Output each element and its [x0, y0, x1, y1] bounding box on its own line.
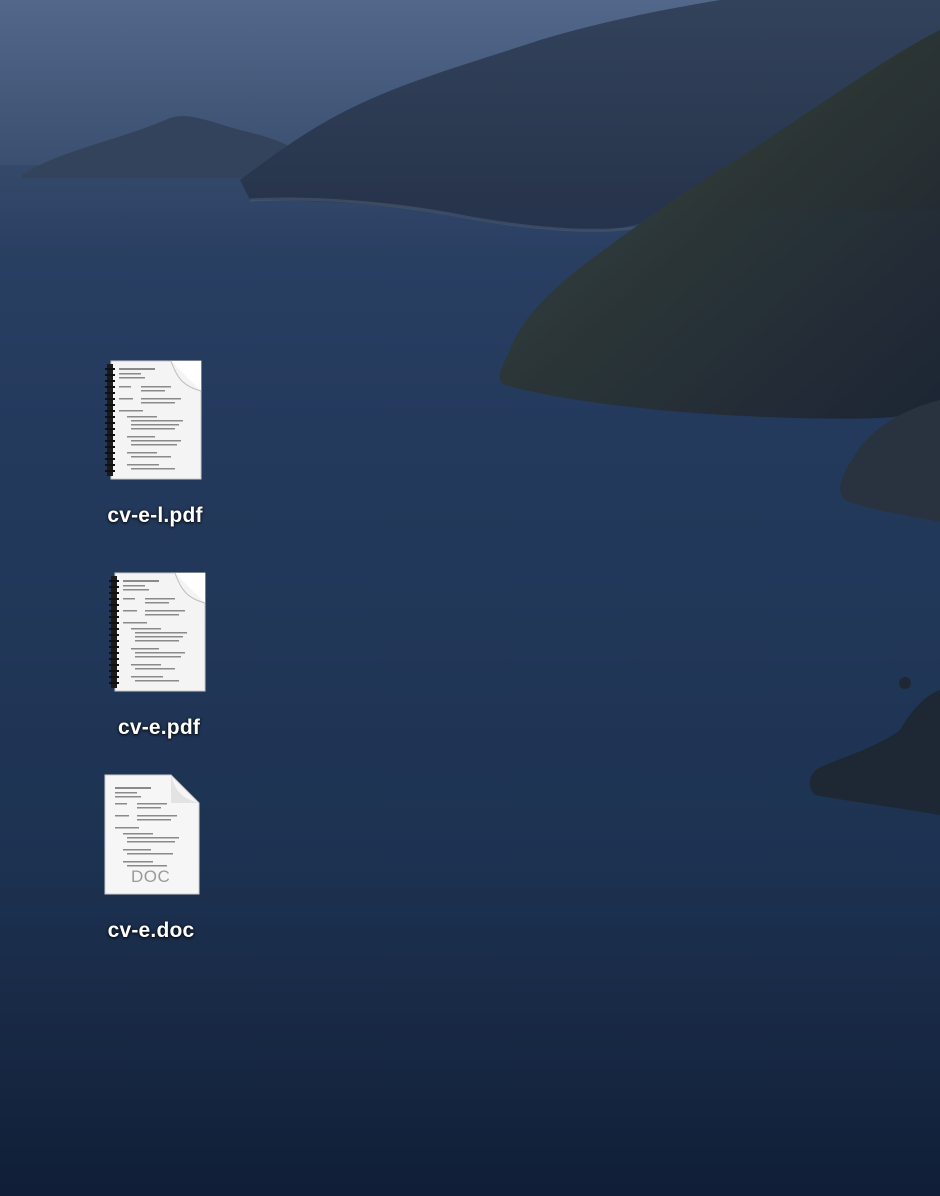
- pdf-document-icon: [105, 358, 205, 482]
- desktop-icon-cv-e-doc[interactable]: DOC cv-e.doc: [81, 773, 221, 943]
- desktop-icon-cv-e-pdf[interactable]: cv-e.pdf: [89, 570, 229, 740]
- desktop-icon-label: cv-e.doc: [107, 919, 195, 942]
- doc-document-icon: DOC: [101, 773, 201, 897]
- pdf-document-icon: [109, 570, 209, 694]
- desktop-icon-label: cv-e.pdf: [117, 716, 201, 739]
- desktop-icon-cv-e-l-pdf[interactable]: cv-e-l.pdf: [85, 358, 225, 528]
- desktop-icon-label: cv-e-l.pdf: [107, 504, 203, 527]
- doc-badge: DOC: [131, 867, 171, 886]
